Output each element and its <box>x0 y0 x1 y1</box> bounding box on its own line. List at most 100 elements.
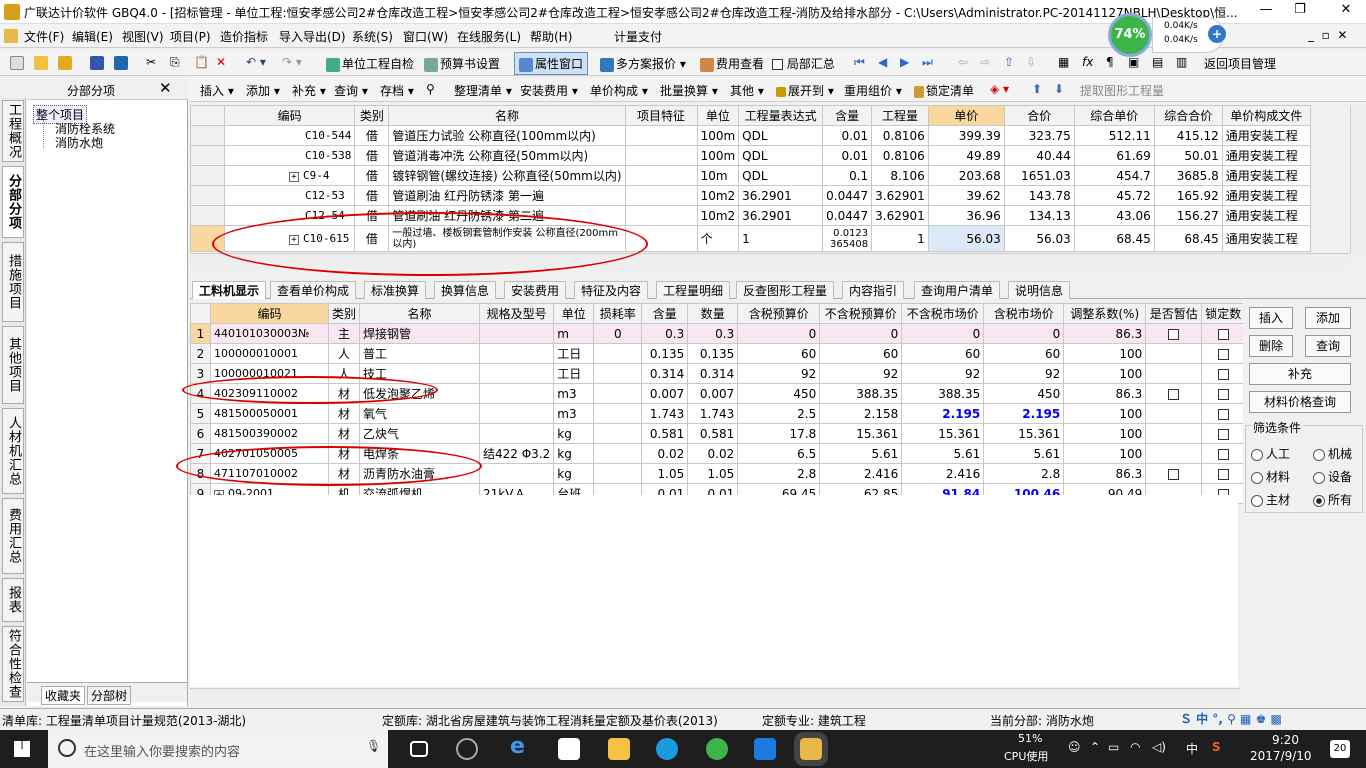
new-icon[interactable] <box>10 55 26 70</box>
tab-quantity-detail[interactable]: 工程量明细 <box>656 281 731 299</box>
archive-dropdown[interactable]: 存档 ▾ <box>380 82 414 99</box>
table-row[interactable]: C10-544 借 管道压力试验 公称直径(100mm以内) 100m QDL … <box>190 125 1311 146</box>
insert-dropdown[interactable]: 插入 ▾ <box>200 82 234 99</box>
menu-measure-pay[interactable]: 计量支付 <box>614 28 662 45</box>
tab-reverse-graphic-qty[interactable]: 反查图形工程量 <box>736 281 835 299</box>
plus-app-icon[interactable] <box>754 738 776 760</box>
ime-toolbar[interactable]: Ｓ 中 °, ⚲ ▦ ♚ ▩ <box>1180 710 1282 727</box>
undo-icon[interactable]: ↶ ▾ <box>246 55 266 69</box>
tab-content-guide[interactable]: 内容指引 <box>842 281 905 299</box>
binoculars-icon[interactable]: ⚲ <box>426 82 435 96</box>
table-row[interactable]: 2 100000010001 人 普工 工日 0.135 0.135 60 60… <box>190 343 1246 364</box>
menu-system[interactable]: 系统(S) <box>352 28 393 45</box>
sogou-icon[interactable]: S <box>1212 740 1221 754</box>
save-icon[interactable] <box>90 55 106 70</box>
add-button[interactable]: 添加 <box>1305 307 1351 329</box>
partial-summary-checkbox[interactable]: 局部汇总 <box>772 55 835 72</box>
filter-material-radio[interactable]: 材料 <box>1251 468 1290 485</box>
redo-icon[interactable]: ↷ ▾ <box>282 55 302 69</box>
copy-icon[interactable]: ⎘ <box>170 55 180 70</box>
lock-checkbox[interactable] <box>1217 388 1229 400</box>
tab-labor-material-display[interactable]: 工料机显示 <box>192 281 267 299</box>
table-row[interactable]: C12-53 借 管道刷油 红丹防锈漆 第一遍 10m2 36.2901 0.0… <box>190 185 1311 206</box>
self-check-button[interactable]: 单位工程自检 <box>326 55 414 72</box>
filter-main-material-radio[interactable]: 主材 <box>1251 491 1290 508</box>
tab-fee-summary[interactable]: 费用汇总 <box>2 498 24 574</box>
wifi-icon[interactable]: ◠ <box>1130 740 1140 754</box>
move-left-icon[interactable]: ⇦ <box>958 55 968 69</box>
delete-button[interactable]: 删除 <box>1249 335 1293 357</box>
nav-first-icon[interactable]: ⏮ <box>854 55 865 70</box>
tab-install-fee[interactable]: 安装费用 <box>504 281 567 299</box>
arrow-up-icon[interactable]: ⬆ <box>1032 82 1042 96</box>
tab-compliance-check[interactable]: 符合性检查 <box>2 626 24 702</box>
provisional-checkbox[interactable] <box>1168 328 1180 340</box>
top-vertical-scrollbar[interactable] <box>1350 105 1366 253</box>
unit-price-composition-dropdown[interactable]: 单价构成 ▾ <box>590 82 648 99</box>
clock-time[interactable]: 9:20 <box>1272 733 1299 747</box>
mdi-controls[interactable]: _ ▫ ✕ <box>1308 28 1347 42</box>
move-right-icon[interactable]: ⇨ <box>980 55 990 69</box>
close-panel-icon[interactable]: ✕ <box>159 79 172 97</box>
menu-window[interactable]: 窗口(W) <box>403 28 448 45</box>
tab-conversion-info[interactable]: 换算信息 <box>434 281 497 299</box>
other-dropdown[interactable]: 其他 ▾ <box>730 82 764 99</box>
calculator-icon[interactable]: ▦ <box>1058 55 1069 69</box>
bottom-horizontal-scrollbar[interactable] <box>190 688 1240 703</box>
arrow-down-icon[interactable]: ⬇ <box>1054 82 1064 96</box>
menu-project[interactable]: 项目(P) <box>170 28 211 45</box>
close-button[interactable]: ✕ <box>1326 2 1366 22</box>
nav-last-icon[interactable]: ⏭ <box>922 55 933 70</box>
memory-gauge[interactable]: 74% <box>1108 13 1152 57</box>
back-to-project-button[interactable]: 返回项目管理 <box>1204 55 1276 72</box>
grid-icon[interactable]: ▤ <box>1152 55 1163 69</box>
store-icon[interactable] <box>558 738 580 760</box>
extract-graphic-qty-button[interactable]: 提取图形工程量 <box>1080 82 1164 99</box>
filter-equipment-radio[interactable]: 设备 <box>1313 468 1352 485</box>
query-button[interactable]: 查询 <box>1305 335 1351 357</box>
nav-next-icon[interactable]: ▶ <box>900 55 909 69</box>
batch-convert-dropdown[interactable]: 批量换算 ▾ <box>660 82 718 99</box>
expand-to-dropdown[interactable]: 展开到 ▾ <box>776 82 834 99</box>
tab-labor-material-summary[interactable]: 人材机汇总 <box>2 408 24 494</box>
menu-cost-index[interactable]: 造价指标 <box>220 28 268 45</box>
filter-machinery-radio[interactable]: 机械 <box>1313 445 1352 462</box>
supplement-button[interactable]: 补充 <box>1249 363 1351 385</box>
clock-date[interactable]: 2017/9/10 <box>1250 749 1312 763</box>
supplement-dropdown[interactable]: 补充 ▾ <box>292 82 326 99</box>
paste-icon[interactable]: 📋 <box>194 55 209 69</box>
green-app-icon[interactable] <box>706 738 728 760</box>
menu-file[interactable]: 文件(F) <box>24 28 64 45</box>
filter-all-radio[interactable]: 所有 <box>1313 491 1352 508</box>
query-dropdown[interactable]: 查询 ▾ <box>334 82 368 99</box>
tab-description[interactable]: 说明信息 <box>1008 281 1071 299</box>
volume-icon[interactable]: ◁) <box>1152 740 1166 754</box>
menu-help[interactable]: 帮助(H) <box>530 28 572 45</box>
task-view-icon[interactable] <box>410 741 428 757</box>
paint-icon[interactable]: ◈ ▾ <box>990 82 1009 96</box>
edge-browser-icon[interactable]: e <box>510 734 525 759</box>
save-as-icon[interactable] <box>114 55 130 70</box>
tab-project-overview[interactable]: 工程概况 <box>2 100 24 162</box>
multi-scheme-quote-button[interactable]: 多方案报价 ▾ <box>600 55 686 72</box>
ime-indicator[interactable]: 中 <box>1186 740 1198 757</box>
menu-online[interactable]: 在线服务(L) <box>457 28 521 45</box>
people-icon[interactable]: ☺ <box>1068 740 1081 754</box>
paragraph-icon[interactable]: ¶ <box>1106 55 1114 69</box>
provisional-checkbox[interactable] <box>1168 388 1180 400</box>
glodon-g-icon[interactable] <box>456 738 478 760</box>
tab-sub-items[interactable]: 分部分项 <box>2 166 24 238</box>
budget-settings-button[interactable]: 预算书设置 <box>424 55 500 72</box>
filter-labor-radio[interactable]: 人工 <box>1251 445 1290 462</box>
lock-checkbox[interactable] <box>1217 368 1229 380</box>
attribute-window-button[interactable]: 属性窗口 <box>514 52 589 75</box>
favorites-tab[interactable]: 收藏夹 <box>41 686 86 705</box>
tab-other-items[interactable]: 其他项目 <box>2 326 24 404</box>
move-up-icon[interactable]: ⇧ <box>1004 55 1014 69</box>
tab-feature-content[interactable]: 特征及内容 <box>574 281 649 299</box>
expand-icon[interactable]: + <box>289 172 299 182</box>
table-row[interactable]: 5 481500050001 材 氧气 m3 1.743 1.743 2.5 2… <box>190 403 1246 424</box>
menu-edit[interactable]: 编辑(E) <box>72 28 113 45</box>
tab-query-user-list[interactable]: 查询用户清单 <box>914 281 1001 299</box>
cut-icon[interactable]: ✂ <box>146 55 156 69</box>
